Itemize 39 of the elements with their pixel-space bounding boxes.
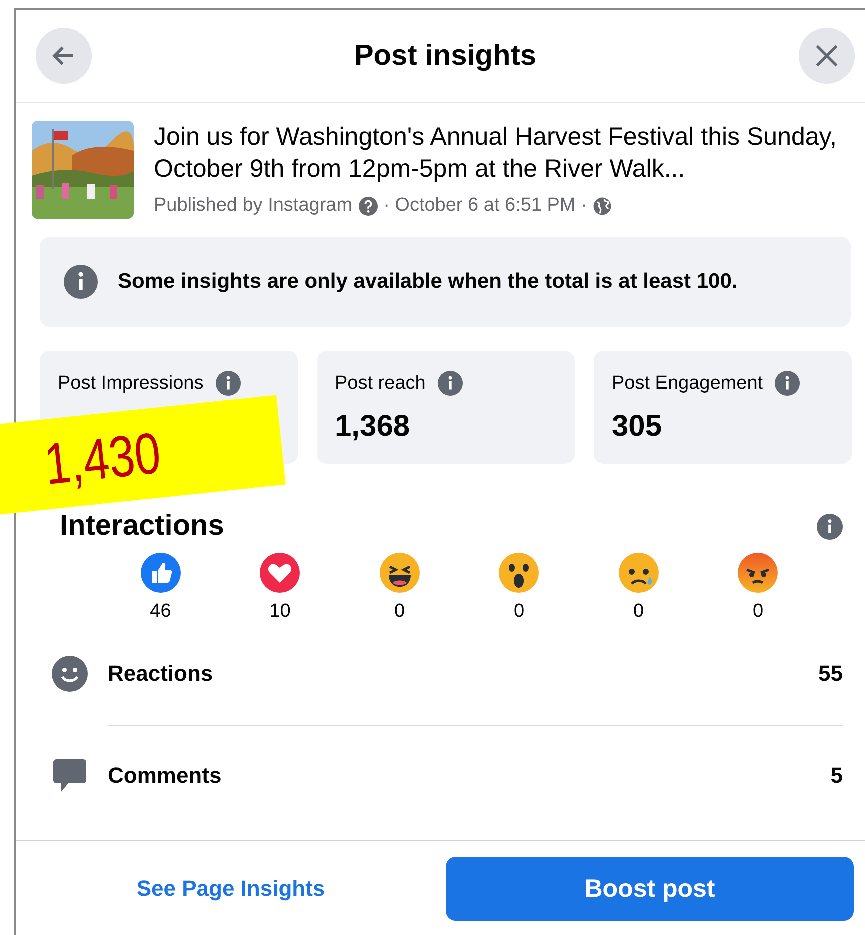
help-icon	[358, 196, 378, 216]
page-insights-link[interactable]: See Page Insights	[16, 876, 446, 902]
info-icon	[775, 371, 800, 396]
reaction-count: 0	[633, 601, 644, 623]
reaction-count: 0	[394, 601, 406, 623]
annotation-text: 1,430	[42, 419, 164, 498]
angry-face-icon	[738, 553, 778, 593]
publisher-text: Published by Instagram	[154, 195, 353, 217]
info-icon	[817, 514, 843, 540]
crying-face-icon	[618, 553, 659, 593]
reaction-count: 0	[514, 601, 525, 623]
post-text: Join us for Washington's Annual Harvest Festival this Sunday, October 9th from 12pm-5pm at the River Walk...	[154, 122, 838, 185]
stat-label: Post Impressions	[58, 372, 204, 394]
metric-label: Reactions	[108, 660, 214, 686]
boost-post-button[interactable]: Boost post	[446, 857, 854, 921]
metric-value: 55	[818, 660, 843, 686]
info-icon	[438, 371, 463, 396]
speech-bubble-icon	[52, 758, 88, 794]
section-title: Interactions	[60, 510, 224, 543]
stat-value: 305	[612, 410, 664, 444]
reaction-count: 0	[752, 601, 764, 623]
reaction-count: 46	[150, 601, 172, 623]
close-icon	[814, 43, 840, 69]
post-date: · October 6 at 6:51 PM ·	[384, 195, 588, 217]
stat-label: Post Engagement	[612, 372, 764, 394]
laughing-face-icon	[380, 553, 420, 593]
surprised-face-icon	[499, 553, 540, 593]
reaction-count: 10	[270, 601, 291, 623]
globe-icon	[593, 196, 612, 216]
thumbs-up-icon	[140, 553, 181, 593]
notice-text: Some insights are only available when the total is at least 100.	[118, 270, 738, 294]
info-icon	[64, 265, 98, 299]
dialog-title: Post insights	[354, 40, 537, 72]
smiley-icon	[52, 656, 88, 692]
stat-value: 1,368	[335, 410, 412, 444]
stat-label: Post reach	[335, 372, 426, 394]
info-icon	[216, 371, 241, 396]
metric-value: 5	[830, 763, 843, 789]
metric-label: Comments	[108, 763, 222, 789]
